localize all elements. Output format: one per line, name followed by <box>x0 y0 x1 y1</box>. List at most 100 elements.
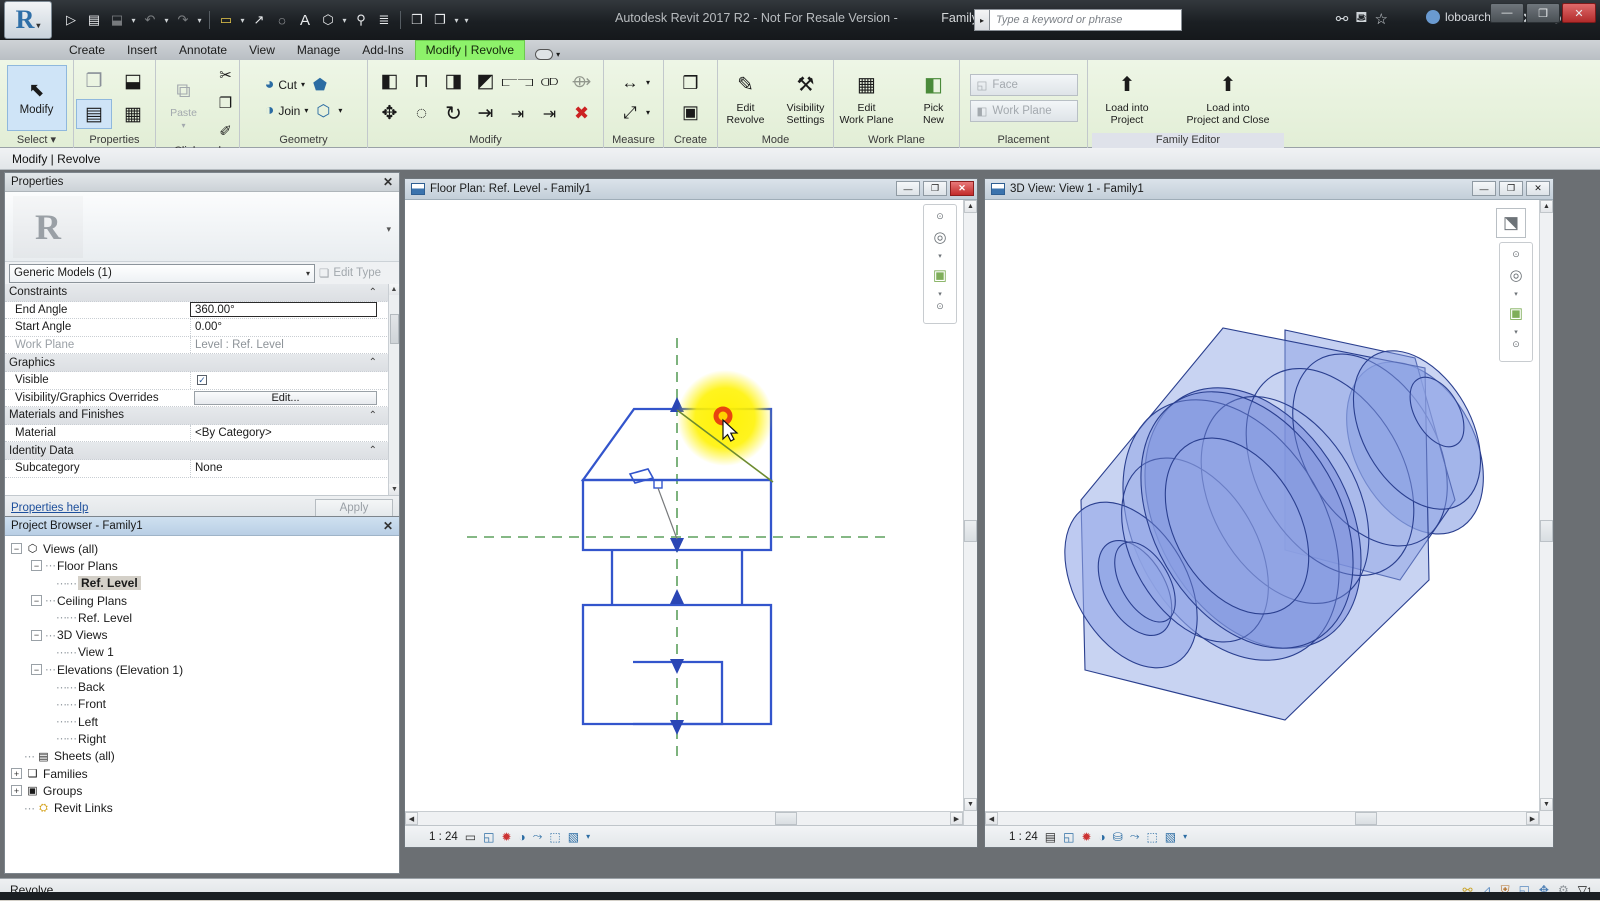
tree-node-elevations[interactable]: − ⋯ Elevations (Elevation 1) <box>11 661 399 678</box>
vg-overrides-edit-button[interactable]: Edit... <box>194 390 377 405</box>
chevron-down-icon[interactable]: ▾ <box>338 106 342 115</box>
tree-node-views-all[interactable]: − ⬡ Views (all) <box>11 540 399 557</box>
redo-icon[interactable]: ↷ <box>172 8 194 32</box>
pick-new-button[interactable]: ◧ Pick New <box>907 70 961 126</box>
edit-work-plane-button[interactable]: ▦ Edit Work Plane <box>833 70 901 126</box>
scroll-down-icon[interactable]: ▼ <box>964 798 977 811</box>
view-minimize-button[interactable]: — <box>896 181 920 196</box>
chevron-down-icon[interactable]: ▾ <box>938 252 942 260</box>
save-icon[interactable]: ▤ <box>83 8 105 32</box>
properties-help-link[interactable]: Properties help <box>11 502 88 514</box>
minimize-button[interactable]: — <box>1490 3 1524 23</box>
view-minimize-button[interactable]: — <box>1472 181 1496 196</box>
detail-level-icon[interactable]: ▤ <box>1045 830 1056 844</box>
property-value[interactable]: None <box>190 459 399 477</box>
match-type-icon[interactable]: ✐ <box>213 118 239 144</box>
crop-region-visible-icon[interactable]: ▧ <box>568 830 579 844</box>
placement-face-button[interactable]: ◱ Face <box>969 73 1078 96</box>
view-restore-button[interactable]: ❐ <box>1499 181 1523 196</box>
binoculars-icon[interactable]: ⚯ <box>1336 10 1349 28</box>
family-category-icon[interactable]: ❐ <box>76 66 112 96</box>
scroll-up-icon[interactable]: ▲ <box>1540 200 1553 213</box>
visibility-settings-button[interactable]: ⚒ Visibility Settings <box>779 70 833 126</box>
chevron-down-icon[interactable]: ▾ <box>181 120 185 131</box>
collapse-icon[interactable]: − <box>11 543 22 555</box>
demolish-icon[interactable]: ⬟ <box>313 75 327 95</box>
tree-node-elevation-left[interactable]: ⋯⋯ Left <box>11 713 399 730</box>
close-hidden-windows-icon[interactable]: ❒ <box>406 8 428 32</box>
view-close-button[interactable]: ✕ <box>950 181 974 196</box>
crop-region-visible-icon[interactable]: ▧ <box>1165 830 1176 844</box>
navigation-bar-pin-icon[interactable]: ⊙ <box>927 210 953 222</box>
edit-revolve-button[interactable]: ✎ Edit Revolve <box>719 70 773 126</box>
chevron-up-icon[interactable]: ⌃ <box>369 357 377 368</box>
steering-wheel-icon[interactable]: ◎ <box>927 224 953 250</box>
scroll-thumb[interactable] <box>390 314 399 344</box>
canvas-vertical-scrollbar[interactable]: ▲ ▼ <box>1539 200 1553 825</box>
navigation-bar[interactable]: ⊙ ◎ ▾ ▣ ▾ ⊙ <box>1499 242 1533 362</box>
expand-icon[interactable]: + <box>11 768 22 779</box>
chevron-down-icon[interactable]: ▾ <box>129 16 138 25</box>
join-geometry-button[interactable]: ◑ Join ▾ <box>265 102 309 120</box>
properties-palette-icon[interactable]: ▤ <box>76 99 112 129</box>
chevron-down-icon[interactable]: ▾ <box>556 50 560 59</box>
chevron-down-icon[interactable]: ▾ <box>1514 328 1518 336</box>
close-button[interactable]: ✕ <box>1562 3 1596 23</box>
trim-multiple-icon[interactable]: ⇥ <box>534 98 566 130</box>
chevron-down-icon[interactable]: ▾ <box>304 106 308 115</box>
render-settings-icon[interactable]: ⤳ <box>533 829 543 844</box>
property-row-visible[interactable]: Visible ✓ <box>5 371 399 390</box>
maximize-button[interactable]: ❐ <box>1526 3 1560 23</box>
render-settings-icon[interactable]: ⤳ <box>1130 829 1140 844</box>
quick-access-toolbar[interactable]: ▷ ▤ ⬓ ▾ ↶ ▾ ↷ ▾ ▭ ▾ ↗ ◌ A ⬡ ▾ ⚲ ≣ ❒ ❐ ▾ ▾ <box>60 6 471 34</box>
canvas-vertical-scrollbar[interactable]: ▲ ▼ <box>963 200 977 825</box>
floor-plan-scale[interactable]: 1 : 24 <box>429 831 458 843</box>
scroll-right-icon[interactable]: ▶ <box>950 812 963 825</box>
tree-node-families[interactable]: + ❑ Families <box>11 765 399 782</box>
view-close-button[interactable]: ✕ <box>1526 181 1550 196</box>
navigation-bar-menu-icon[interactable]: ⊙ <box>1503 338 1529 350</box>
application-menu-button[interactable]: R ▾ <box>4 1 52 39</box>
visual-style-icon[interactable]: ◱ <box>1063 830 1074 844</box>
three-d-window-buttons[interactable]: — ❐ ✕ <box>1472 181 1550 196</box>
property-value[interactable]: 0.00° <box>190 319 399 336</box>
thin-lines-icon[interactable]: ≣ <box>373 8 395 32</box>
window-controls[interactable]: — ❐ ✕ <box>1490 3 1596 23</box>
chevron-down-icon[interactable]: ▾ <box>340 16 349 25</box>
family-parameters-icon[interactable]: ▦ <box>115 99 151 129</box>
zoom-tools-icon[interactable]: ▣ <box>927 262 953 288</box>
chevron-down-icon[interactable]: ▾ <box>195 16 204 25</box>
type-selector[interactable]: Generic Models (1) ▾ <box>9 263 315 283</box>
floor-plan-view-control-bar[interactable]: 1 : 24 ▭ ◱ ✹ ◑ ⤳ ⬚ ▧ ▾ <box>405 825 977 847</box>
load-into-project-and-close-button[interactable]: ⬆ Load into Project and Close <box>1173 70 1283 126</box>
tree-node-ceiling-plan-ref-level[interactable]: ⋯⋯ Ref. Level <box>11 609 399 626</box>
expand-icon[interactable]: + <box>11 785 22 797</box>
temporary-hide-isolate-icon[interactable]: ▾ <box>1183 832 1187 841</box>
close-icon[interactable]: ✕ <box>383 519 393 533</box>
view-cube-icon[interactable]: ⬔ <box>1496 208 1526 238</box>
property-row-vg-overrides[interactable]: Visibility/Graphics Overrides Edit... <box>5 390 399 408</box>
tab-modify-revolve[interactable]: Modify | Revolve <box>414 40 526 60</box>
modify-button[interactable]: ⬉ Modify <box>6 64 67 131</box>
chevron-down-icon[interactable]: ▾ <box>301 80 305 89</box>
chevron-down-icon[interactable]: ▾ <box>51 134 57 146</box>
apply-button[interactable]: Apply <box>315 498 393 517</box>
offset-icon[interactable]: ⊓ <box>406 66 438 98</box>
canvas-horizontal-scrollbar[interactable]: ◀ ▶ <box>985 811 1539 825</box>
chevron-up-icon[interactable]: ⌃ <box>369 410 377 421</box>
chevron-down-icon[interactable]: ▾ <box>646 78 650 87</box>
delete-icon[interactable]: ✖ <box>566 98 598 130</box>
search-area[interactable]: ▸ Type a keyword or phrase <box>974 9 1182 31</box>
property-value[interactable]: <By Category> <box>190 424 399 442</box>
property-group-constraints[interactable]: Constraints ⌃ <box>5 284 399 302</box>
view-restore-button[interactable]: ❐ <box>923 181 947 196</box>
floor-plan-canvas[interactable]: ⊙ ◎ ▾ ▣ ▾ ⊙ ▲ ▼ ◀ ▶ <box>405 200 977 825</box>
chevron-up-icon[interactable]: ⌃ <box>369 445 377 456</box>
horizontal-scroll-thumb[interactable] <box>775 812 797 825</box>
tab-annotate[interactable]: Annotate <box>168 41 238 60</box>
tab-view[interactable]: View <box>238 41 286 60</box>
chevron-down-icon[interactable]: ▾ <box>1514 290 1518 298</box>
property-row-start-angle[interactable]: Start Angle 0.00° <box>5 319 399 337</box>
sun-path-icon[interactable]: ✹ <box>501 830 511 844</box>
shadows-icon[interactable]: ◑ <box>519 830 526 844</box>
